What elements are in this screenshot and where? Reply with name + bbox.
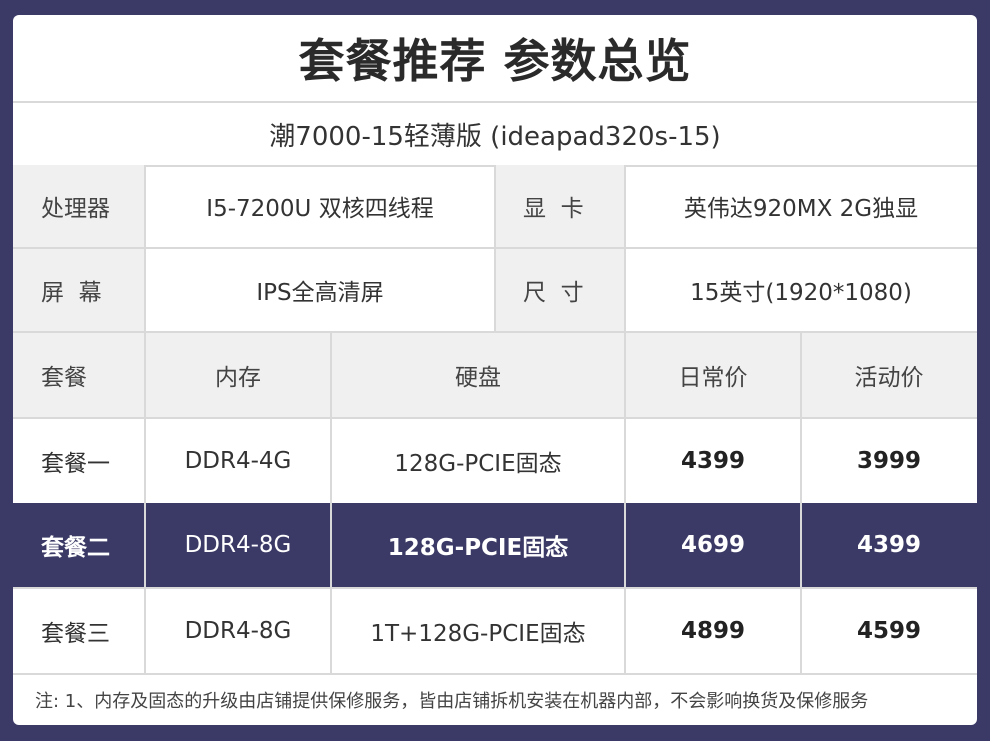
- gpu-value: 英伟达920MX 2G独显: [683, 196, 919, 222]
- row2-regular-price: 4699: [680, 532, 745, 558]
- grid-line: [144, 165, 146, 673]
- row2-storage: 128G-PCIE固态: [387, 535, 569, 561]
- cpu-value: I5-7200U 双核四线程: [206, 196, 434, 222]
- cpu-label: 处理器: [13, 165, 145, 247]
- size-label: 尺 寸: [495, 249, 625, 331]
- row2-package: 套餐二: [41, 535, 110, 561]
- row3-memory: DDR4-8G: [184, 618, 292, 644]
- row3-package: 套餐三: [41, 621, 110, 647]
- row1-memory: DDR4-4G: [184, 448, 292, 474]
- spec-card: 套餐推荐 参数总览 潮7000-15轻薄版 (ideapad320s-15) 处…: [13, 15, 977, 725]
- grid-line: [13, 331, 977, 333]
- screen-label: 屏 幕: [13, 249, 145, 331]
- grid-line: [13, 417, 977, 419]
- row2-promo-price: 4399: [856, 532, 921, 558]
- grid-line: [624, 165, 626, 673]
- row2-memory: DDR4-8G: [184, 532, 292, 558]
- row3-promo-price: 4599: [856, 618, 921, 644]
- row3-regular-price: 4899: [680, 618, 745, 644]
- row3-storage: 1T+128G-PCIE固态: [370, 621, 586, 647]
- model-name: 潮7000-15轻薄版 (ideapad320s-15): [13, 101, 977, 167]
- header-memory: 内存: [145, 333, 331, 417]
- header-promo-price: 活动价: [801, 333, 977, 417]
- footnote: 注: 1、内存及固态的升级由店铺提供保修服务，皆由店铺拆机安装在机器内部，不会影…: [35, 691, 869, 712]
- row1-storage: 128G-PCIE固态: [394, 451, 562, 477]
- header-package: 套餐: [13, 333, 145, 417]
- row1-regular-price: 4399: [680, 448, 745, 474]
- header-storage: 硬盘: [331, 333, 625, 417]
- grid-line: [494, 165, 496, 331]
- size-value: 15英寸(1920*1080): [690, 280, 912, 306]
- row1-promo-price: 3999: [856, 448, 921, 474]
- grid-line: [330, 333, 332, 673]
- grid-line: [800, 333, 802, 673]
- gpu-label: 显 卡: [495, 165, 625, 247]
- screen-value: IPS全高清屏: [256, 280, 384, 306]
- row1-package: 套餐一: [41, 451, 110, 477]
- page-title: 套餐推荐 参数总览: [298, 34, 692, 88]
- header-regular-price: 日常价: [625, 333, 801, 417]
- grid-line: [13, 587, 977, 589]
